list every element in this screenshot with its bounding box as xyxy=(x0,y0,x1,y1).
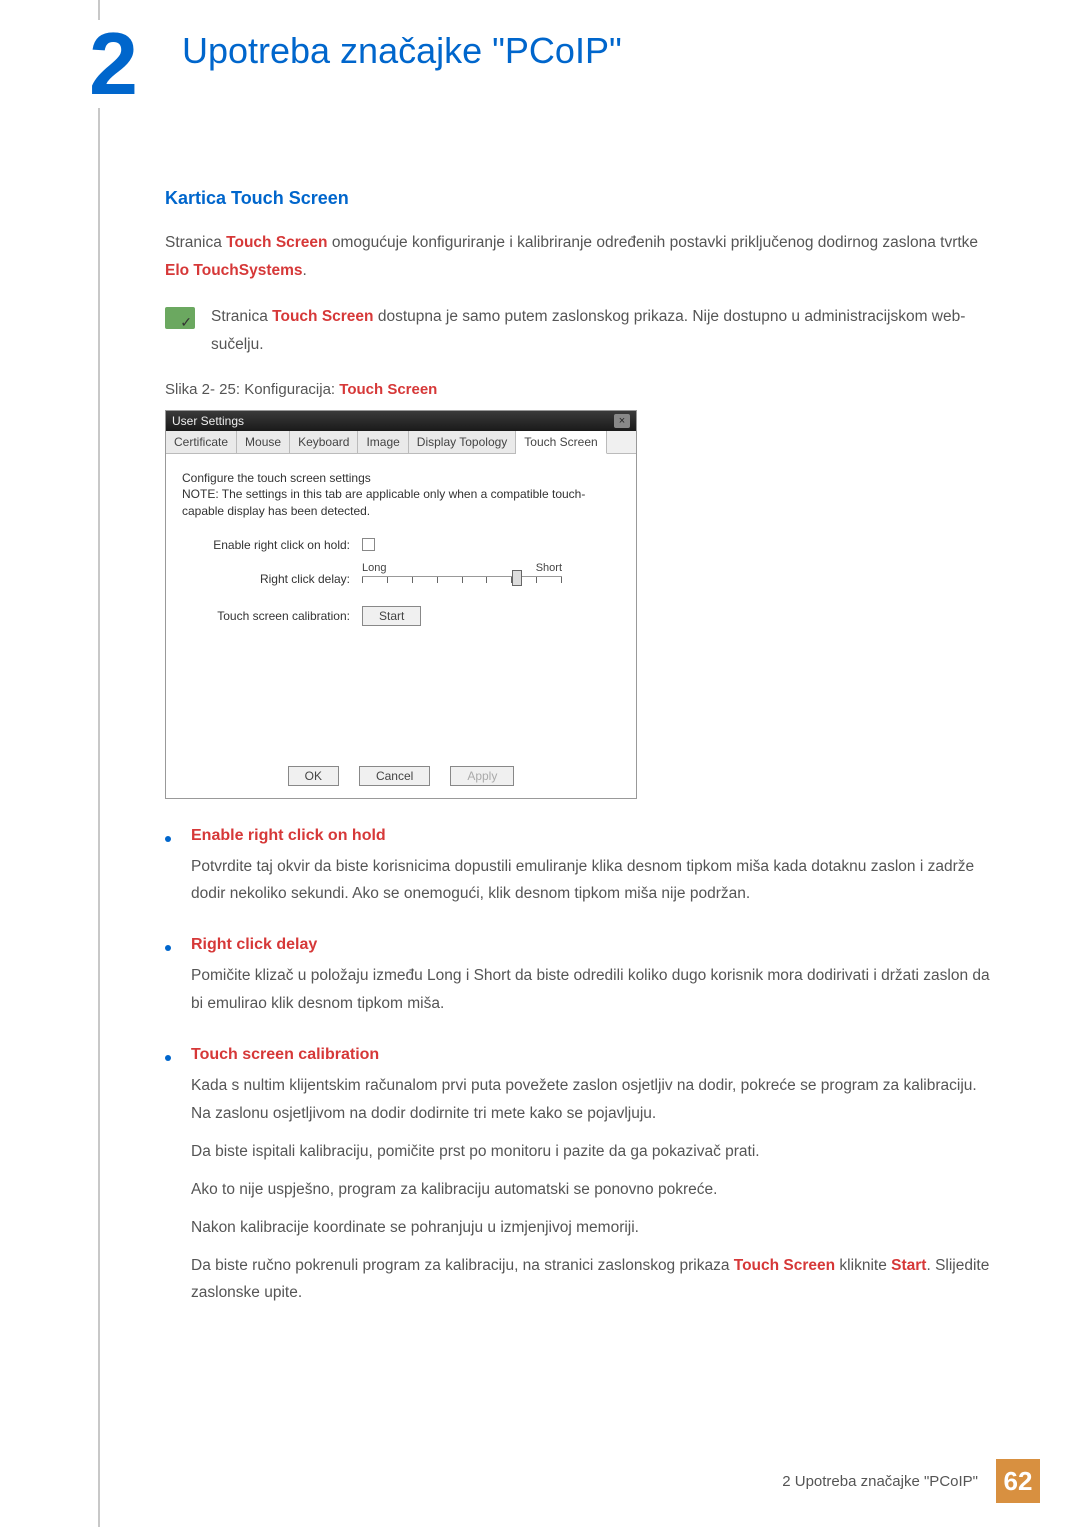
highlight-touch-screen: Touch Screen xyxy=(226,234,327,251)
note-icon xyxy=(165,307,195,329)
tab-touch-screen[interactable]: Touch Screen xyxy=(516,431,606,454)
chapter-header: 2 Upotreba značajke "PCoIP" xyxy=(0,0,1080,108)
bullet-title: Touch screen calibration xyxy=(191,1046,1000,1064)
highlight-start: Start xyxy=(891,1257,926,1274)
window-titlebar: User Settings × xyxy=(166,411,636,431)
footer-text: 2 Upotreba značajke "PCoIP" xyxy=(782,1473,978,1490)
text: omogućuje konfiguriranje i kalibriranje … xyxy=(328,234,979,251)
window-footer: OK Cancel Apply xyxy=(166,754,636,798)
intro-paragraph: Stranica Touch Screen omogućuje konfigur… xyxy=(165,229,1000,285)
tab-certificate[interactable]: Certificate xyxy=(166,431,237,453)
bullet-text: Potvrdite taj okvir da biste korisnicima… xyxy=(191,853,1000,909)
bullet-right-click-delay: Right click delay Pomičite klizač u polo… xyxy=(165,936,1000,1028)
bullet-text: Da biste ispitali kalibraciju, pomičite … xyxy=(191,1138,1000,1166)
slider-label-long: Long xyxy=(362,562,386,574)
highlight-elo: Elo TouchSystems xyxy=(165,262,303,279)
slider-track[interactable] xyxy=(362,576,562,594)
section-heading: Kartica Touch Screen xyxy=(165,188,1000,209)
settings-screenshot: User Settings × Certificate Mouse Keyboa… xyxy=(165,410,637,799)
text: Stranica xyxy=(165,234,226,251)
bullet-text: Kada s nultim klijentskim računalom prvi… xyxy=(191,1072,1000,1128)
bullet-text: Ako to nije uspješno, program za kalibra… xyxy=(191,1176,1000,1204)
chapter-title: Upotreba značajke "PCoIP" xyxy=(182,30,622,72)
highlight-touch-screen: Touch Screen xyxy=(272,308,373,325)
highlight-touch-screen: Touch Screen xyxy=(339,381,437,398)
bullet-text: Pomičite klizač u položaju između Long i… xyxy=(191,962,1000,1018)
slider-thumb[interactable] xyxy=(512,570,522,586)
text: Slika 2- 25: Konfiguracija: xyxy=(165,381,339,398)
bullet-icon xyxy=(165,945,171,951)
text: Stranica xyxy=(211,308,272,325)
page-footer: 2 Upotreba značajke "PCoIP" 62 xyxy=(782,1459,1040,1503)
main-content: Kartica Touch Screen Stranica Touch Scre… xyxy=(0,108,1080,1317)
highlight-touch-screen: Touch Screen xyxy=(734,1257,835,1274)
bullet-title: Enable right click on hold xyxy=(191,827,1000,845)
note-row: Stranica Touch Screen dostupna je samo p… xyxy=(165,303,1000,359)
row-calibration: Touch screen calibration: Start xyxy=(182,606,620,626)
text: NOTE: The settings in this tab are appli… xyxy=(182,486,620,520)
tab-bar: Certificate Mouse Keyboard Image Display… xyxy=(166,431,636,454)
tab-mouse[interactable]: Mouse xyxy=(237,431,290,453)
bullet-icon xyxy=(165,1055,171,1061)
window-body: Configure the touch screen settings NOTE… xyxy=(166,454,636,754)
ok-button[interactable]: OK xyxy=(288,766,339,786)
page-number: 62 xyxy=(996,1459,1040,1503)
tab-keyboard[interactable]: Keyboard xyxy=(290,431,358,453)
chapter-number: 2 xyxy=(85,20,142,108)
start-button[interactable]: Start xyxy=(362,606,421,626)
bullet-calibration: Touch screen calibration Kada s nultim k… xyxy=(165,1046,1000,1317)
row-right-click-delay: Right click delay: Long Short xyxy=(182,562,620,596)
note-text: Stranica Touch Screen dostupna je samo p… xyxy=(211,303,1000,359)
label-calibration: Touch screen calibration: xyxy=(182,609,362,623)
apply-button[interactable]: Apply xyxy=(450,766,514,786)
text: kliknite xyxy=(835,1257,891,1274)
tab-image[interactable]: Image xyxy=(358,431,408,453)
tab-display-topology[interactable]: Display Topology xyxy=(409,431,517,453)
bullet-title: Right click delay xyxy=(191,936,1000,954)
label-enable-right-click: Enable right click on hold: xyxy=(182,538,362,552)
checkbox-enable-right-click[interactable] xyxy=(362,538,375,551)
text: Configure the touch screen settings xyxy=(182,470,620,487)
bullet-text: Nakon kalibracije koordinate se pohranju… xyxy=(191,1214,1000,1242)
bullet-text: Da biste ručno pokrenuli program za kali… xyxy=(191,1252,1000,1308)
page-side-rule xyxy=(98,0,100,1527)
window-title: User Settings xyxy=(172,414,244,428)
cancel-button[interactable]: Cancel xyxy=(359,766,430,786)
label-right-click-delay: Right click delay: xyxy=(182,572,362,586)
figure-caption: Slika 2- 25: Konfiguracija: Touch Screen xyxy=(165,381,1000,398)
config-note: Configure the touch screen settings NOTE… xyxy=(182,470,620,520)
text: Da biste ručno pokrenuli program za kali… xyxy=(191,1257,734,1274)
slider-right-click-delay[interactable]: Long Short xyxy=(362,562,562,596)
slider-label-short: Short xyxy=(536,562,562,574)
bullet-enable-right-click: Enable right click on hold Potvrdite taj… xyxy=(165,827,1000,919)
close-icon[interactable]: × xyxy=(614,414,630,428)
text: . xyxy=(303,262,307,279)
row-enable-right-click: Enable right click on hold: xyxy=(182,538,620,552)
bullet-icon xyxy=(165,836,171,842)
slider-labels: Long Short xyxy=(362,562,562,574)
